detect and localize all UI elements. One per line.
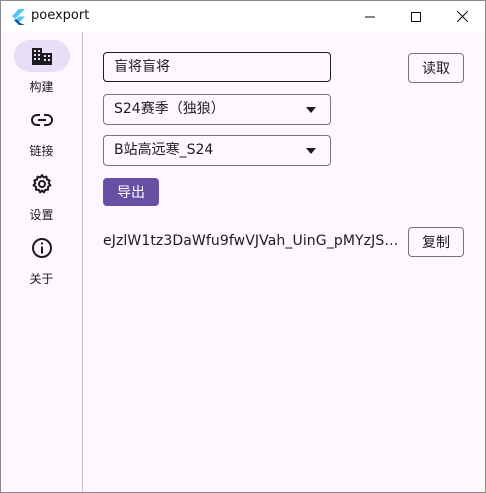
nav-item-link[interactable]: 链接: [1, 104, 82, 162]
building-icon: [32, 48, 52, 65]
nav-label-about: 关于: [29, 272, 54, 286]
link-icon: [31, 114, 53, 126]
app-window: poexport 构建 链接 设置 关于 盲将盲将 读取 S24赛季（独狼） B…: [0, 0, 486, 493]
channel-dropdown-value: B站高远寒_S24: [114, 142, 214, 158]
dropdown-arrow-icon: [306, 148, 316, 154]
minimize-icon: [365, 16, 375, 17]
nav-label-link: 链接: [29, 144, 54, 158]
account-input[interactable]: 盲将盲将: [103, 52, 331, 82]
nav-icon-wrap: [14, 168, 70, 200]
nav-icon-wrap: [14, 104, 70, 136]
read-button[interactable]: 读取: [408, 53, 464, 83]
season-dropdown[interactable]: S24赛季（独狼）: [103, 94, 331, 125]
nav-icon-wrap: [14, 232, 70, 264]
gear-icon: [32, 174, 52, 194]
export-code-text: eJzlW1tz3DaWfu9fwVJVah_UinG_pMYzJSlJTPWY…: [103, 233, 399, 249]
copy-button[interactable]: 复制: [408, 227, 464, 257]
nav-item-build[interactable]: 构建: [1, 40, 82, 98]
export-button[interactable]: 导出: [103, 178, 159, 206]
nav-label-settings: 设置: [29, 208, 54, 222]
close-button[interactable]: [439, 1, 485, 32]
flutter-logo-icon: [12, 9, 25, 25]
nav-label-build: 构建: [29, 80, 54, 94]
season-dropdown-value: S24赛季（独狼）: [114, 101, 225, 117]
maximize-icon: [411, 11, 421, 22]
info-icon: [32, 238, 52, 258]
channel-dropdown[interactable]: B站高远寒_S24: [103, 135, 331, 166]
nav-indicator: [14, 40, 70, 72]
main-content: 盲将盲将 读取 S24赛季（独狼） B站高远寒_S24 导出 eJzlW1tz3…: [83, 32, 485, 492]
minimize-button[interactable]: [347, 1, 393, 32]
maximize-button[interactable]: [393, 1, 439, 32]
close-icon: [456, 11, 468, 22]
nav-item-about[interactable]: 关于: [1, 232, 82, 290]
window-title: poexport: [31, 8, 90, 23]
dropdown-arrow-icon: [306, 107, 316, 113]
title-bar: poexport: [1, 1, 485, 32]
nav-item-settings[interactable]: 设置: [1, 168, 82, 226]
navigation-rail: 构建 链接 设置 关于: [1, 32, 83, 492]
